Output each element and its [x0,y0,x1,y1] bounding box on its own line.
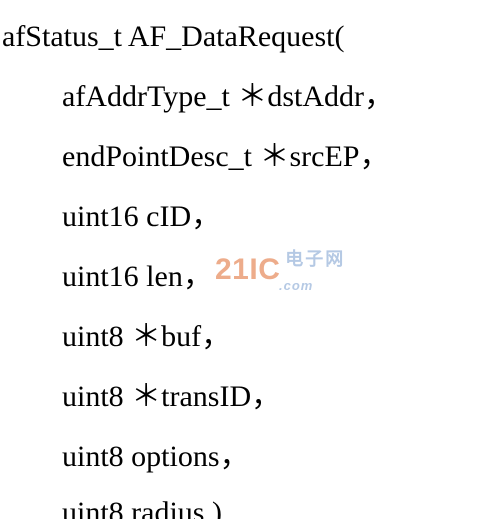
code-line-2: endPointDesc_t ＊srcEP， [62,142,389,172]
code-snippet-page: 21IC 电子网 .com afStatus_t AF_DataRequest(… [0,0,504,519]
code-line-6: uint8 ＊transID， [62,382,281,412]
watermark: 21IC 电子网 .com [215,255,349,292]
code-line-7: uint8 options， [62,442,250,472]
watermark-cn: 电子网 [285,249,345,269]
code-line-5: uint8 ＊buf， [62,322,231,352]
code-line-4: uint16 len， [62,262,213,292]
code-line-1: afAddrType_t ＊dstAddr， [62,82,394,112]
watermark-domain: .com [279,279,349,292]
code-line-0: afStatus_t AF_DataRequest( [2,22,344,52]
code-line-3: uint16 cID， [62,202,221,232]
code-line-8: uint8 radius ) [62,498,222,519]
watermark-brand: 21IC [215,253,280,286]
